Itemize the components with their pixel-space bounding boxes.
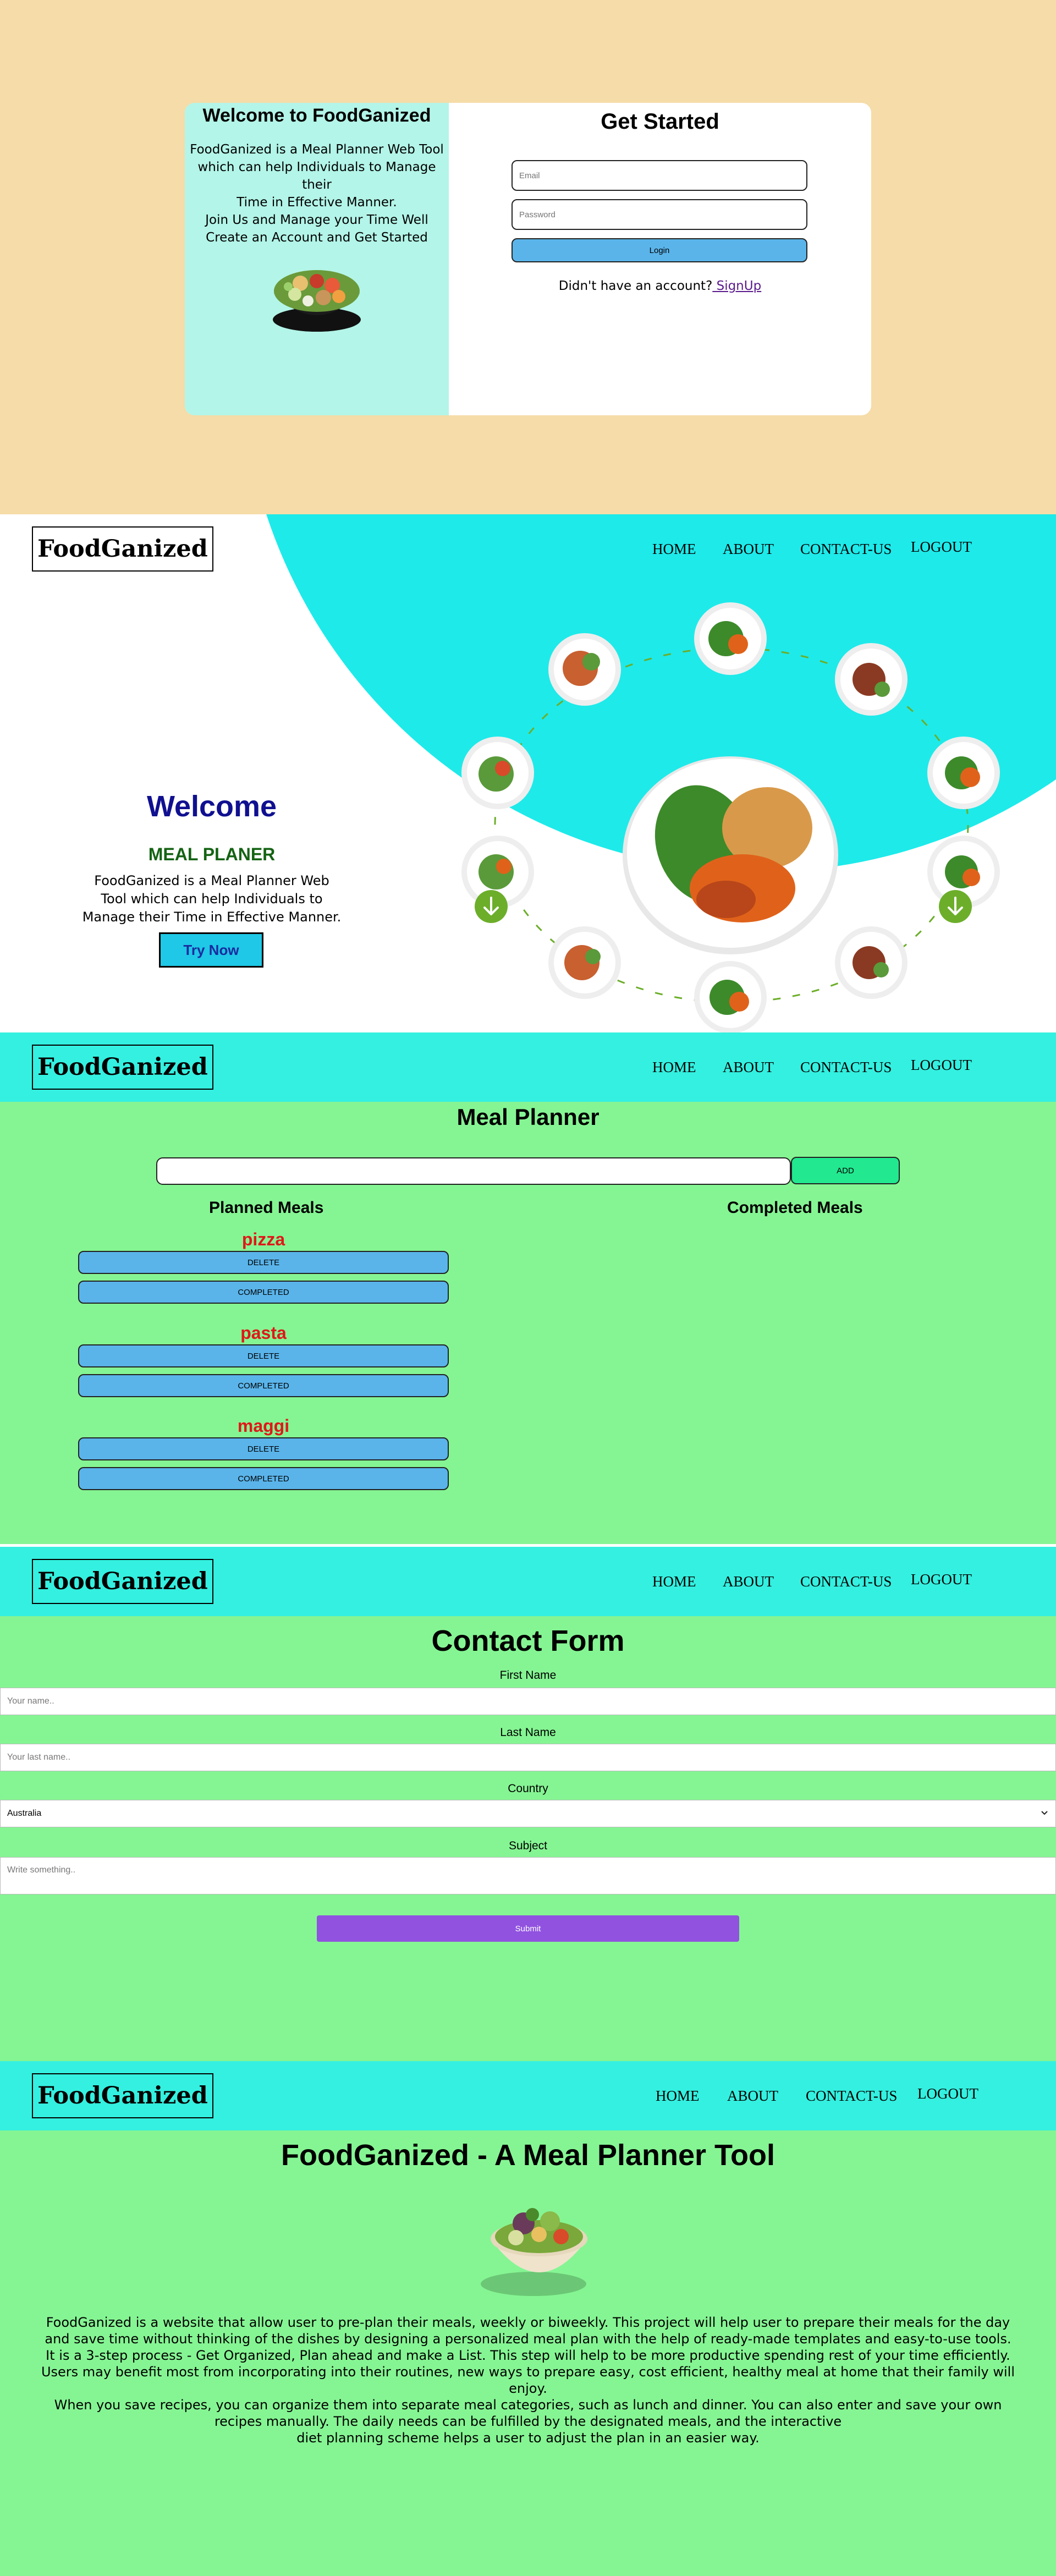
login-button[interactable]: Login [512,238,807,262]
nav-logout[interactable]: LOGOUT [911,1057,972,1074]
country-value: Australia [7,1809,42,1818]
login-section: Welcome to FoodGanized FoodGanized is a … [0,0,1056,514]
no-account-text: Didn't have an account? [558,279,713,293]
dish-plate-image [835,643,908,716]
login-welcome-title: Welcome to FoodGanized [202,105,431,126]
signup-prompt: Didn't have an account? SignUp [449,279,871,293]
completed-button[interactable]: COMPLETED [78,1467,449,1490]
hero-description: FoodGanized is a Meal Planner Web Tool w… [82,873,342,925]
nav-contact-us[interactable]: CONTACT-US [806,2088,897,2105]
nav-logout[interactable]: LOGOUT [917,2085,978,2102]
about-paragraph: It is a 3-step process - Get Organized, … [41,2348,1015,2396]
contact-section: FoodGanized HOME ABOUT CONTACT-US LOGOUT… [0,1547,1056,2061]
try-now-button[interactable]: Try Now [159,932,263,968]
hero-section: FoodGanized HOME ABOUT CONTACT-US LOGOUT [0,514,1056,1032]
add-meal-button[interactable]: ADD [791,1157,900,1184]
hero-subtitle: MEAL PLANER [148,844,276,864]
email-field[interactable] [512,160,807,191]
meal-item: maggi DELETE COMPLETED [78,1414,449,1490]
chevron-down-icon [1040,1808,1049,1820]
login-form-title: Get Started [601,109,719,134]
nav-home[interactable]: HOME [656,2088,700,2105]
down-arrow-icon[interactable] [475,890,508,923]
first-name-field[interactable]: Your name.. [0,1688,1056,1715]
delete-button[interactable]: DELETE [78,1437,449,1460]
dish-ring-illustration [461,602,1000,1032]
meal-input[interactable] [156,1157,791,1185]
nav-home[interactable]: HOME [652,1573,696,1590]
dish-plate-image [694,961,767,1032]
dish-plate-image [548,633,621,706]
login-card: Welcome to FoodGanized FoodGanized is a … [185,103,871,415]
intro-line: Join Us and Manage your Time Well [205,213,428,227]
planned-meals-header: Planned Meals [209,1199,324,1217]
first-name-label: First Name [499,1669,557,1682]
login-intro-panel: Welcome to FoodGanized FoodGanized is a … [185,103,449,415]
dish-plate-image [461,737,534,809]
about-description: FoodGanized is a website that allow user… [33,2314,1023,2446]
contact-form-title: Contact Form [431,1624,625,1657]
country-select[interactable]: Australia [0,1800,1056,1827]
dish-plate-image [835,926,908,999]
subject-textarea[interactable]: Write something.. [0,1857,1056,1894]
navbar: FoodGanized HOME ABOUT CONTACT-US LOGOUT [0,1032,1056,1102]
submit-button[interactable]: Submit [317,1915,739,1942]
hero-welcome-heading: Welcome [146,790,277,823]
completed-button[interactable]: COMPLETED [78,1281,449,1304]
about-title: FoodGanized - A Meal Planner Tool [280,2139,776,2172]
salad-bowl-image [481,2208,587,2296]
login-intro-text: FoodGanized is a Meal Planner Web Tool w… [185,141,449,246]
about-section: FoodGanized HOME ABOUT CONTACT-US LOGOUT… [0,2061,1056,2576]
planner-title: Meal Planner [457,1104,600,1130]
nav-about[interactable]: ABOUT [727,2088,778,2105]
meal-name: pasta [240,1323,287,1343]
about-paragraph: When you save recipes, you can organize … [54,2397,1002,2429]
dish-plate-image [623,756,838,954]
meal-item: pizza DELETE COMPLETED [78,1228,449,1304]
food-salad-image [273,270,361,332]
country-label: Country [508,1782,548,1795]
signup-link[interactable]: SignUp [712,279,762,293]
nav-contact-us[interactable]: CONTACT-US [800,1573,892,1590]
nav-about[interactable]: ABOUT [723,1573,774,1590]
meal-name: pizza [241,1229,285,1249]
password-field[interactable] [512,199,807,230]
subject-label: Subject [508,1839,548,1852]
dish-plate-image [548,926,621,999]
navbar: FoodGanized HOME ABOUT CONTACT-US LOGOUT [0,2061,1056,2130]
delete-button[interactable]: DELETE [78,1344,449,1367]
nav-home[interactable]: HOME [652,1059,696,1076]
intro-line: which can help Individuals to Manage the… [197,160,436,192]
navbar: FoodGanized HOME ABOUT CONTACT-US LOGOUT [0,1547,1056,1616]
dish-plate-image [927,737,1000,809]
about-paragraph: FoodGanized is a website that allow user… [45,2315,1011,2347]
intro-line: FoodGanized is a Meal Planner Web Tool [190,142,444,157]
meal-planner-section: FoodGanized HOME ABOUT CONTACT-US LOGOUT… [0,1032,1056,1544]
delete-button[interactable]: DELETE [78,1251,449,1274]
about-paragraph: diet planning scheme helps a user to adj… [296,2430,760,2446]
meal-item: pasta DELETE COMPLETED [78,1321,449,1397]
logo[interactable]: FoodGanized [32,1559,213,1604]
nav-contact-us[interactable]: CONTACT-US [800,1059,892,1076]
last-name-label: Last Name [500,1726,556,1739]
logo[interactable]: FoodGanized [32,1045,213,1090]
completed-button[interactable]: COMPLETED [78,1374,449,1397]
meal-name: maggi [237,1416,290,1436]
last-name-field[interactable]: Your last name.. [0,1744,1056,1771]
nav-logout[interactable]: LOGOUT [911,1571,972,1588]
completed-meals-header: Completed Meals [727,1199,863,1217]
intro-line: Create an Account and Get Started [206,230,428,245]
login-form-panel: Get Started Login Didn't have an account… [449,103,871,415]
down-arrow-icon[interactable] [939,890,972,923]
nav-about[interactable]: ABOUT [723,1059,774,1076]
dish-plate-image [694,602,767,675]
logo[interactable]: FoodGanized [32,2073,213,2118]
intro-line: Time in Effective Manner. [237,195,397,210]
